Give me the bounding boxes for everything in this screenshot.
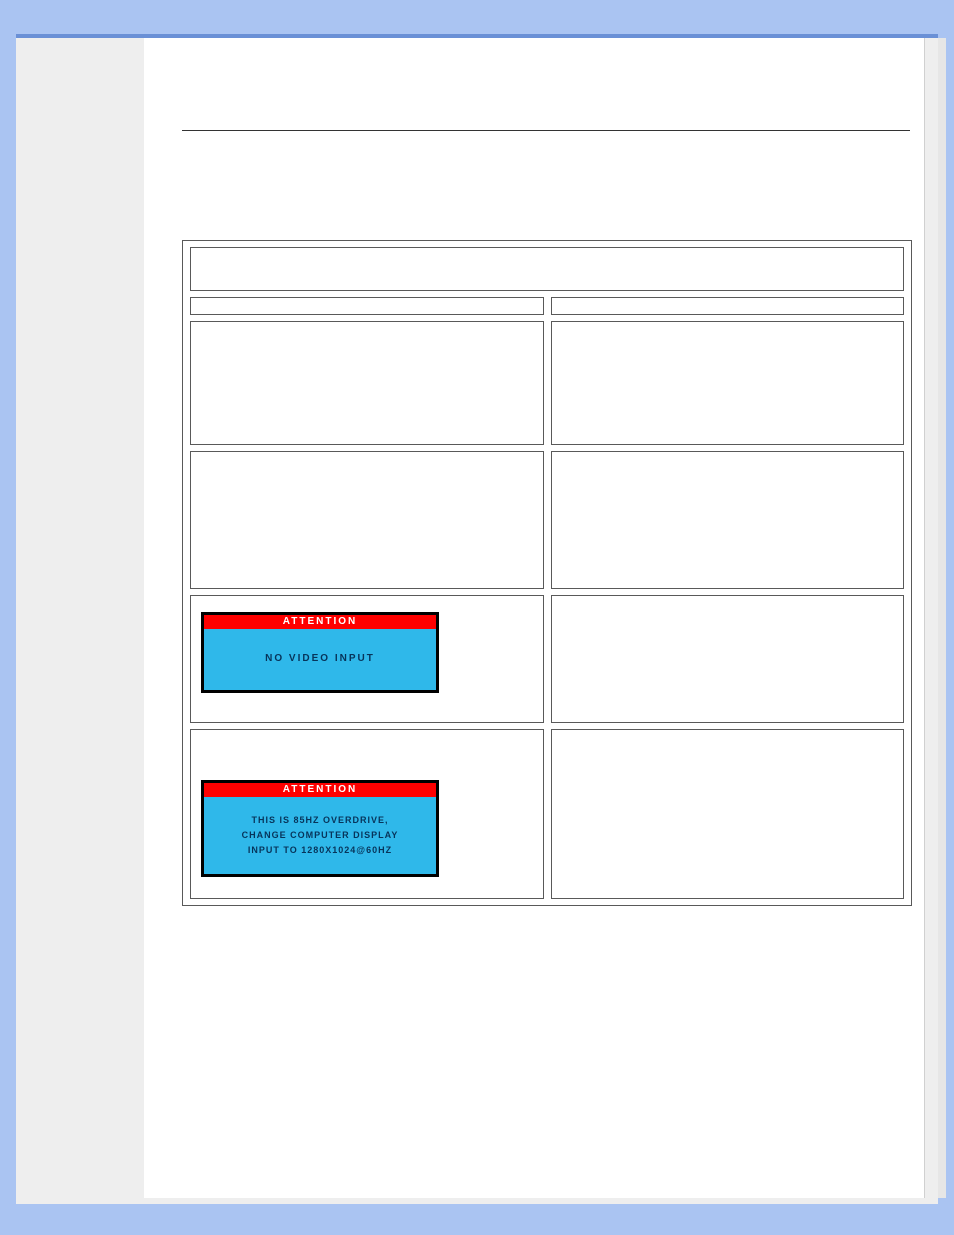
table-col-header-left — [190, 297, 544, 315]
table-row — [551, 451, 905, 589]
scrollbar-track[interactable] — [938, 38, 946, 1198]
osd-attention-no-video: ATTENTION NO VIDEO INPUT — [201, 612, 439, 693]
osd-title: ATTENTION — [204, 783, 436, 797]
osd-message-multiline: THIS IS 85HZ OVERDRIVE, CHANGE COMPUTER … — [204, 797, 436, 874]
table-cell-osd-overdrive: ATTENTION THIS IS 85HZ OVERDRIVE, CHANGE… — [190, 729, 544, 899]
osd-line: INPUT TO 1280X1024@60HZ — [212, 843, 428, 858]
osd-message: NO VIDEO INPUT — [204, 629, 436, 690]
osd-spacer — [197, 736, 537, 770]
table-row — [551, 729, 905, 899]
table-col-header-right — [551, 297, 905, 315]
troubleshooting-table-wrapper: ATTENTION NO VIDEO INPUT ATTENTION THIS … — [182, 240, 912, 906]
page-frame: ATTENTION NO VIDEO INPUT ATTENTION THIS … — [0, 0, 954, 1235]
table-header-row — [190, 247, 904, 291]
table-row — [551, 595, 905, 723]
osd-line: CHANGE COMPUTER DISPLAY — [212, 828, 428, 843]
horizontal-rule — [182, 130, 910, 131]
osd-title: ATTENTION — [204, 615, 436, 629]
table-cell-osd-no-video: ATTENTION NO VIDEO INPUT — [190, 595, 544, 723]
osd-line: THIS IS 85HZ OVERDRIVE, — [212, 813, 428, 828]
document-page: ATTENTION NO VIDEO INPUT ATTENTION THIS … — [144, 38, 925, 1198]
osd-attention-overdrive: ATTENTION THIS IS 85HZ OVERDRIVE, CHANGE… — [201, 780, 439, 877]
troubleshooting-table: ATTENTION NO VIDEO INPUT ATTENTION THIS … — [182, 240, 912, 906]
table-row — [190, 451, 544, 589]
table-row — [190, 321, 544, 445]
table-row — [551, 321, 905, 445]
